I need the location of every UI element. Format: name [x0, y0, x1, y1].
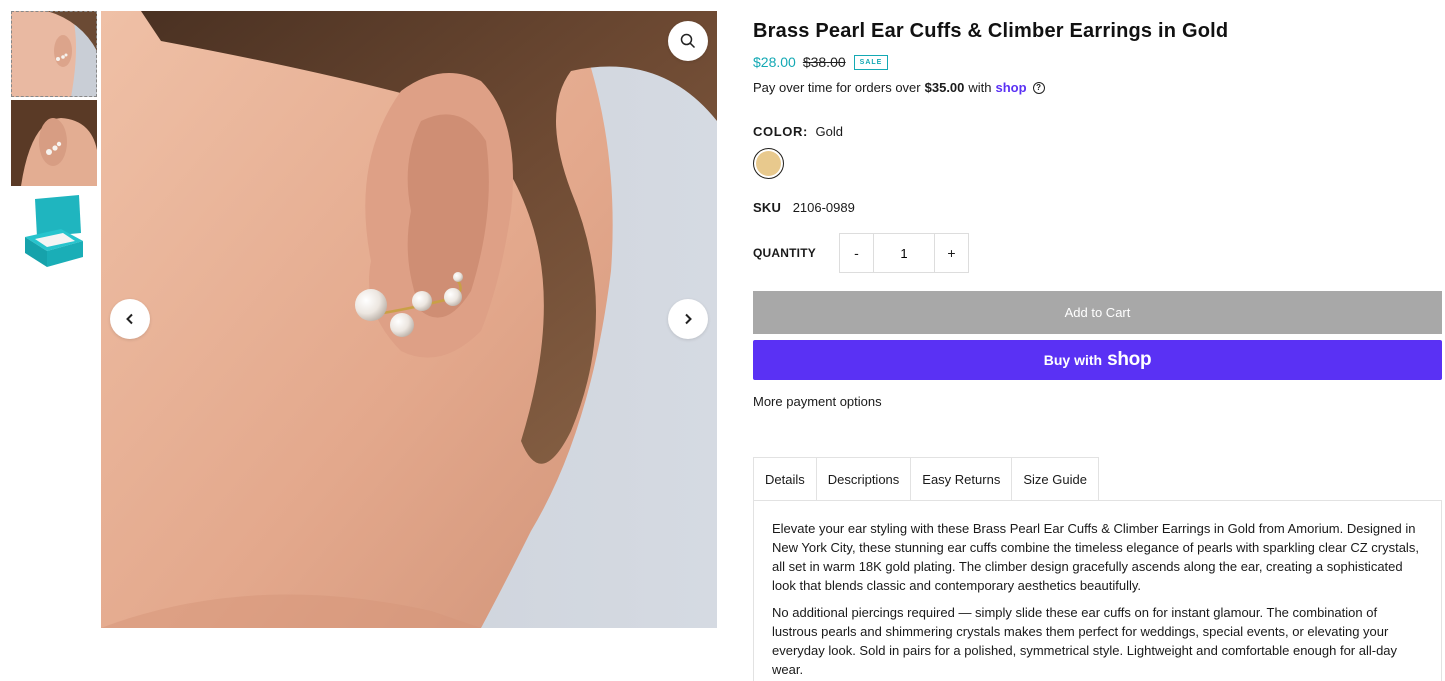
quantity-label: QUANTITY: [753, 246, 816, 260]
chevron-left-icon: [126, 313, 133, 325]
color-option: COLOR: Gold: [753, 124, 1442, 179]
quantity-decrease-button[interactable]: -: [840, 234, 873, 272]
tab-easy-returns[interactable]: Easy Returns: [911, 457, 1013, 501]
buy-with-label: Buy with: [1043, 352, 1103, 368]
details-paragraph-2: No additional piercings required — simpl…: [772, 605, 1398, 677]
thumbnail-2[interactable]: [11, 100, 97, 186]
zoom-button[interactable]: [668, 21, 708, 61]
compare-price: $38.00: [802, 54, 846, 70]
thumbnail-list: [11, 11, 97, 278]
installments-message: Pay over time for orders over $35.00 wit…: [753, 80, 1442, 95]
details-panel: Elevate your ear styling with these Bras…: [753, 500, 1442, 681]
shop-logo: shop: [1107, 349, 1152, 370]
sale-price: $28.00: [753, 54, 796, 70]
previous-image-button[interactable]: [110, 299, 150, 339]
quantity-row: QUANTITY - +: [753, 233, 1442, 273]
quantity-stepper: - +: [839, 233, 969, 273]
quantity-increase-button[interactable]: +: [935, 234, 968, 272]
installments-with: with: [968, 80, 992, 95]
gift-box-thumbnail-image: [11, 189, 97, 275]
installments-amount: $35.00: [924, 80, 965, 95]
add-to-cart-button[interactable]: Add to Cart: [753, 291, 1442, 334]
installments-text: Pay over time for orders over: [753, 80, 921, 95]
buy-with-shop-button[interactable]: Buy with shop: [753, 340, 1442, 380]
tab-details[interactable]: Details: [753, 457, 817, 501]
sku-row: SKU 2106-0989: [753, 200, 1442, 215]
question-icon[interactable]: ?: [1032, 81, 1045, 94]
main-product-image: [101, 11, 717, 628]
price-row: $28.00 $38.00 SALE: [753, 54, 1442, 70]
product-title: Brass Pearl Ear Cuffs & Climber Earrings…: [753, 20, 1229, 42]
sku-label: SKU: [753, 200, 782, 215]
sku-value: 2106-0989: [792, 200, 855, 215]
magnifier-icon: [680, 33, 696, 49]
ear-cuff-model-photo: [101, 11, 717, 628]
chevron-right-icon: [685, 313, 692, 325]
tab-descriptions[interactable]: Descriptions: [816, 457, 912, 501]
quantity-input[interactable]: [873, 234, 935, 272]
color-label: COLOR:: [753, 124, 808, 139]
thumbnail-1[interactable]: [11, 11, 97, 97]
more-payment-options-link[interactable]: More payment options: [753, 394, 882, 409]
ear-closeup-thumbnail-image: [11, 100, 97, 186]
ear-profile-thumbnail-image: [11, 11, 97, 97]
product-tabs: Details Descriptions Easy Returns Size G…: [753, 457, 1099, 501]
shop-pay-logo: shop: [995, 80, 1027, 95]
sale-badge: SALE: [853, 54, 889, 70]
color-value: Gold: [815, 124, 843, 139]
color-swatch-gold[interactable]: [753, 148, 784, 179]
details-paragraph-1: Elevate your ear styling with these Bras…: [772, 521, 1419, 593]
product-info: Brass Pearl Ear Cuffs & Climber Earrings…: [753, 20, 1442, 411]
thumbnail-3[interactable]: [11, 189, 97, 275]
tab-size-guide[interactable]: Size Guide: [1012, 457, 1099, 501]
next-image-button[interactable]: [668, 299, 708, 339]
